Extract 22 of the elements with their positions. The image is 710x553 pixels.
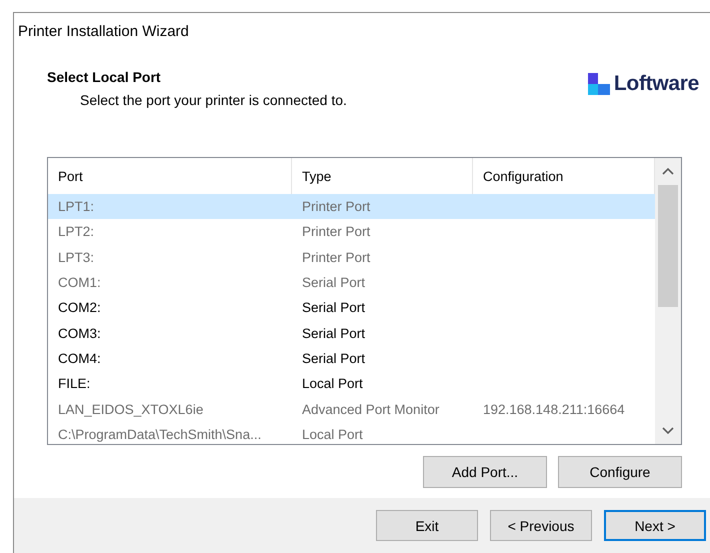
wizard-button[interactable]: Next > [604,510,706,541]
table-cell[interactable]: Serial Port [292,346,473,372]
port-button[interactable]: Configure [558,456,682,488]
wizard-button[interactable]: Exit [376,510,478,541]
table-cell[interactable]: Serial Port [292,295,473,320]
scroll-up-icon[interactable] [662,166,674,176]
window-title: Printer Installation Wizard [17,22,190,41]
table-cell[interactable]: COM3: [48,320,292,346]
page-subtitle: Select the port your printer is connected to. [80,92,347,108]
port-button[interactable]: Add Port... [423,456,547,488]
table-cell[interactable]: COM2: [48,295,292,320]
table-cell[interactable]: COM4: [48,346,292,372]
logo-text: Loftware [614,72,699,96]
table-cell[interactable]: Local Port [292,371,473,396]
scroll-thumb[interactable] [658,185,678,307]
scroll-down-icon[interactable] [662,426,674,436]
table-cell[interactable]: Serial Port [292,320,473,346]
scrollbar[interactable] [655,158,681,444]
table-cell[interactable]: FILE: [48,371,292,396]
wizard-button[interactable]: < Previous [490,510,592,541]
page-title: Select Local Port [47,69,162,85]
logo-icon [588,73,610,95]
